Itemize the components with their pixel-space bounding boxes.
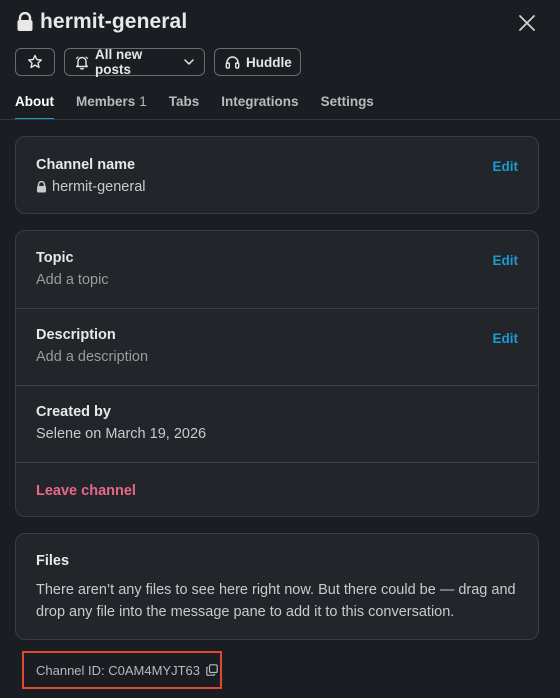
huddle-label: Huddle [246, 54, 292, 70]
huddle-button[interactable]: Huddle [214, 48, 301, 76]
description-placeholder: Add a description [36, 349, 149, 365]
files-card: Files There aren’t any files to see here… [15, 533, 539, 640]
files-empty-text: There aren’t any files to see here right… [36, 582, 516, 620]
close-icon[interactable] [516, 12, 538, 34]
bell-icon [75, 55, 89, 70]
tab-bar: About Members 1 Tabs Integrations Setting… [15, 94, 396, 120]
copy-icon[interactable] [206, 664, 218, 676]
star-button[interactable] [15, 48, 55, 76]
channel-details-panel: hermit-general All new posts Huddle Abou… [0, 0, 560, 698]
tab-integrations[interactable]: Integrations [221, 94, 298, 120]
created-by-value: Selene on March 19, 2026 [36, 426, 207, 442]
edit-channel-name-button[interactable]: Edit [493, 159, 519, 174]
star-icon [28, 54, 42, 69]
channel-details-card: Topic Add a topic Edit Description Add a… [15, 230, 539, 517]
edit-description-button[interactable]: Edit [493, 331, 519, 346]
tab-integrations-label: Integrations [221, 94, 299, 109]
tab-settings-label: Settings [320, 94, 374, 109]
leave-channel-button[interactable]: Leave channel [36, 483, 136, 499]
tab-about-label: About [15, 94, 54, 109]
tab-tabs[interactable]: Tabs [169, 94, 200, 120]
description-row[interactable]: Description Add a description Edit [16, 308, 538, 385]
headphones-icon [225, 56, 240, 69]
tab-divider [0, 119, 560, 120]
files-label: Files [36, 553, 70, 569]
channel-title: hermit-general [40, 10, 188, 33]
tab-members-label: Members [75, 94, 136, 109]
description-label: Description [36, 327, 116, 343]
channel-id-text: Channel ID: C0AM4MYJT63 [36, 662, 201, 678]
tab-settings[interactable]: Settings [321, 94, 374, 120]
created-by-label: Created by [36, 404, 111, 420]
channel-name-label: Channel name [36, 157, 136, 173]
tab-members[interactable]: Members 1 [76, 94, 147, 120]
channel-name-value: hermit-general [36, 179, 518, 195]
lock-icon [17, 12, 33, 31]
notifications-label: All new posts [95, 47, 143, 77]
topic-label: Topic [36, 250, 74, 266]
members-count: 1 [139, 94, 147, 109]
created-by-row: Created by Selene on March 19, 2026 [16, 385, 538, 462]
topic-row[interactable]: Topic Add a topic Edit [16, 231, 538, 308]
tab-tabs-label: Tabs [168, 94, 200, 109]
channel-id: Channel ID: C0AM4MYJT63 [22, 651, 222, 689]
leave-row: Leave channel [16, 462, 538, 516]
panel-header: hermit-general [16, 8, 544, 36]
edit-topic-button[interactable]: Edit [493, 253, 519, 268]
topic-placeholder: Add a topic [36, 272, 109, 288]
channel-actions: All new posts Huddle [15, 47, 301, 77]
notifications-button[interactable]: All new posts [64, 47, 205, 77]
tab-about[interactable]: About [15, 94, 54, 120]
channel-name-card[interactable]: Channel name hermit-general Edit [15, 136, 539, 214]
chevron-down-icon [184, 59, 194, 65]
lock-icon [37, 181, 46, 193]
channel-name-text: hermit-general [52, 179, 146, 195]
channel-name-row[interactable]: Channel name hermit-general Edit [16, 137, 538, 195]
files-row: Files There aren’t any files to see here… [16, 534, 538, 623]
